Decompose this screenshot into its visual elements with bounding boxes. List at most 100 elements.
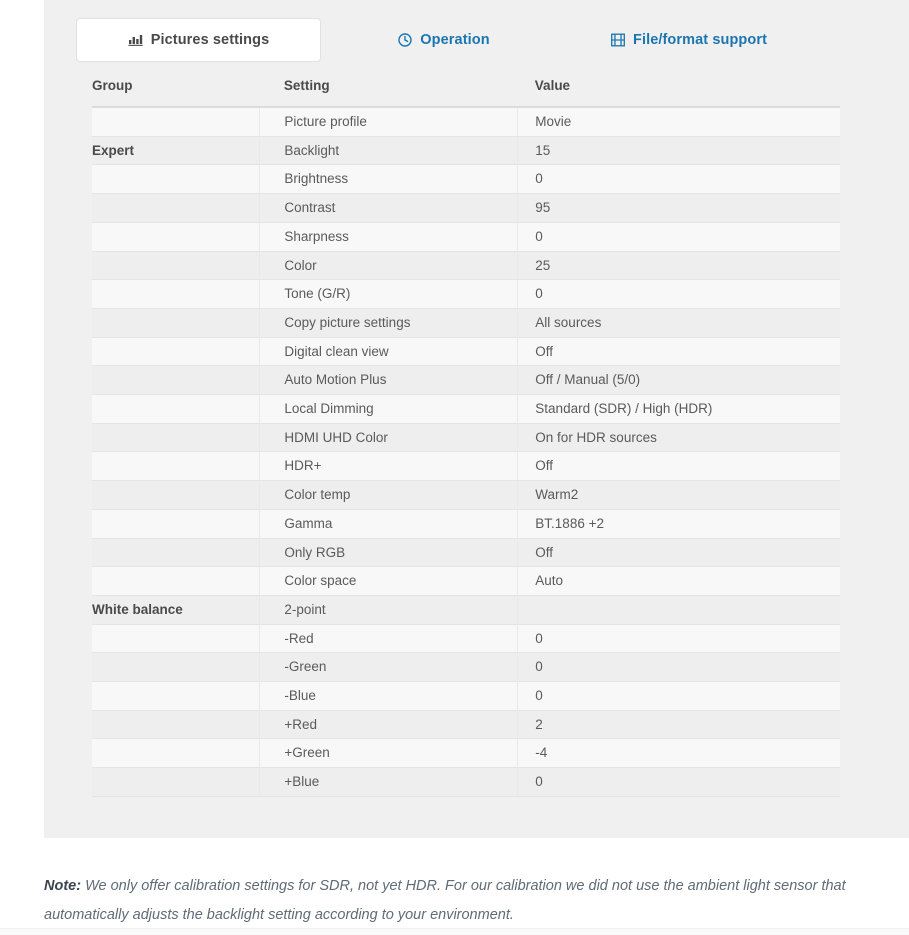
cell-setting: +Red (259, 709, 518, 739)
table-row: Color 25 (92, 250, 840, 280)
cell-group (92, 652, 260, 682)
cell-setting: +Green (259, 738, 518, 768)
cell-value: 0 (517, 164, 840, 194)
table-row: -Red 0 (92, 623, 840, 653)
cell-value: 0 (517, 279, 840, 309)
cell-setting: Color (259, 250, 518, 280)
cell-group (92, 105, 260, 137)
cell-group (92, 279, 260, 309)
cell-group: Expert (92, 135, 260, 165)
table-row: Color space Auto (92, 566, 840, 596)
cell-group (92, 623, 260, 653)
cell-setting: Brightness (259, 164, 518, 194)
cell-value: Auto (517, 566, 840, 596)
table-row: -Green 0 (92, 652, 840, 682)
table-row: HDMI UHD Color On for HDR sources (92, 422, 840, 452)
cell-group (92, 394, 260, 424)
table-row: +Green -4 (92, 738, 840, 768)
table-header: Group Setting Value (92, 78, 840, 107)
table-row: Digital clean view Off (92, 336, 840, 366)
table-row: Tone (G/R) 0 (92, 279, 840, 309)
cell-setting: Color space (259, 566, 518, 596)
bar-chart-icon (128, 32, 144, 48)
cell-group (92, 709, 260, 739)
cell-setting: Backlight (259, 135, 518, 165)
cell-setting: Color temp (259, 480, 518, 510)
table-header-row: Group Setting Value (92, 78, 840, 107)
cell-group (92, 537, 260, 567)
table-row: Brightness 0 (92, 164, 840, 194)
cell-setting: +Blue (259, 767, 518, 797)
table-row: White balance 2-point (92, 594, 840, 625)
cell-setting: -Blue (259, 681, 518, 711)
cell-value: Movie (517, 105, 840, 137)
tab-label: File/format support (632, 32, 767, 48)
table-row: +Red 2 (92, 709, 840, 739)
tab-label: Pictures settings (150, 32, 270, 48)
cell-setting: Sharpness (259, 221, 518, 252)
table-row: HDR+ Off (92, 451, 840, 481)
table-row: Copy picture settings All sources (92, 307, 840, 338)
cell-setting: 2-point (259, 594, 518, 625)
cell-setting: Local Dimming (259, 394, 518, 424)
table-row: Gamma BT.1886 +2 (92, 508, 840, 539)
cell-value: BT.1886 +2 (517, 508, 840, 539)
cell-group (92, 480, 260, 510)
cell-value: Off (517, 451, 840, 481)
cell-group (92, 193, 260, 223)
cell-group (92, 307, 260, 338)
cell-setting: Contrast (259, 193, 518, 223)
note-text: We only offer calibration settings for S… (44, 878, 846, 923)
cell-group (92, 451, 260, 481)
cell-setting: HDMI UHD Color (259, 422, 518, 452)
cell-group (92, 681, 260, 711)
cell-setting: HDR+ (259, 451, 518, 481)
cell-group (92, 164, 260, 194)
cell-setting: -Red (259, 623, 518, 653)
table-row: Local Dimming Standard (SDR) / High (HDR) (92, 394, 840, 424)
table-row: -Blue 0 (92, 681, 840, 711)
cell-setting: Picture profile (259, 105, 518, 137)
cell-group (92, 336, 260, 366)
tab-bar: Pictures settings Operation File/format … (76, 18, 876, 62)
cell-setting: Gamma (259, 508, 518, 539)
cell-value: 0 (517, 652, 840, 682)
cell-setting: Copy picture settings (259, 307, 518, 338)
cell-group (92, 365, 260, 395)
cell-value (517, 594, 840, 625)
cell-value: 0 (517, 681, 840, 711)
settings-panel: Pictures settings Operation File/format … (44, 0, 909, 838)
cell-value: -4 (517, 738, 840, 768)
table-row: Only RGB Off (92, 537, 840, 567)
cell-group (92, 767, 260, 797)
clock-icon (397, 32, 413, 48)
table-body: Picture profile Movie Expert Backlight 15 Bri… (92, 105, 840, 797)
cell-value: 0 (517, 767, 840, 797)
tab-pictures-settings[interactable]: Pictures settings (76, 18, 321, 62)
cell-value: 95 (517, 193, 840, 223)
cell-group (92, 738, 260, 768)
cell-setting: Tone (G/R) (259, 279, 518, 309)
tab-file-format-support[interactable]: File/format support (566, 18, 811, 62)
cell-value: Standard (SDR) / High (HDR) (517, 394, 840, 424)
settings-table: Group Setting Value Picture profile Movie… (92, 78, 840, 797)
cell-value: Off (517, 537, 840, 567)
cell-group (92, 422, 260, 452)
cell-setting: -Green (259, 652, 518, 682)
note-label: Note: (44, 878, 82, 894)
cell-group (92, 508, 260, 539)
cell-value: 15 (517, 135, 840, 165)
cell-value: 0 (517, 623, 840, 653)
column-header-group: Group (92, 78, 133, 93)
cell-group: White balance (92, 594, 260, 625)
column-header-value: Value (534, 78, 571, 93)
table-row: Sharpness 0 (92, 221, 840, 252)
column-header-setting: Setting (283, 78, 330, 93)
cell-group (92, 566, 260, 596)
table-row: Color temp Warm2 (92, 480, 840, 510)
cell-value: Off (517, 336, 840, 366)
table-row: Picture profile Movie (92, 105, 840, 137)
tab-operation[interactable]: Operation (321, 18, 566, 62)
cell-value: 25 (517, 250, 840, 280)
film-icon (610, 32, 626, 48)
